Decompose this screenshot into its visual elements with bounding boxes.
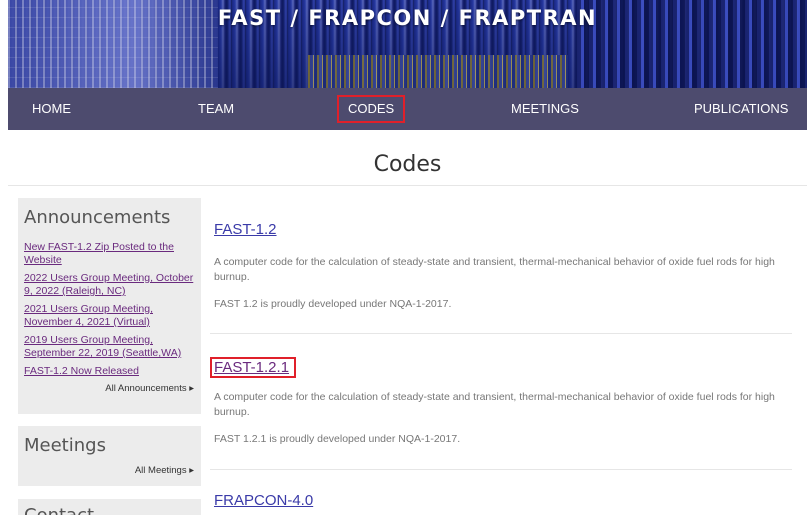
section-divider (210, 333, 792, 334)
code-description: A computer code for the calculation of s… (214, 256, 775, 283)
site-title[interactable]: FAST / FRAPCON / FRAPTRAN (8, 6, 807, 30)
nav-home[interactable]: HOME (32, 88, 71, 130)
contact-panel: Contact (18, 499, 201, 515)
page-title: Codes (373, 152, 442, 177)
code-title-fast-1-2[interactable]: FAST-1.2 (214, 221, 277, 238)
announcement-link[interactable]: New FAST-1.2 Zip Posted to the Website (24, 241, 194, 267)
meetings-panel: Meetings All Meetings ▸ (18, 426, 201, 486)
announcement-link[interactable]: 2021 Users Group Meeting, November 4, 20… (24, 303, 194, 329)
code-note: FAST 1.2 is proudly developed under NQA-… (214, 298, 452, 310)
announcements-panel: Announcements New FAST-1.2 Zip Posted to… (18, 198, 201, 414)
announcement-link[interactable]: 2019 Users Group Meeting, September 22, … (24, 334, 194, 360)
meetings-title: Meetings (24, 435, 106, 456)
main-nav: HOME TEAM CODES MEETINGS PUBLICATIONS (8, 88, 807, 130)
nav-meetings[interactable]: MEETINGS (511, 88, 579, 130)
all-announcements-link[interactable]: All Announcements ▸ (24, 383, 194, 394)
contact-title: Contact (24, 505, 194, 515)
announcement-link[interactable]: 2022 Users Group Meeting, October 9, 202… (24, 272, 194, 298)
section-divider (210, 469, 792, 470)
announcement-link[interactable]: FAST-1.2 Now Released (24, 365, 194, 378)
code-title-frapcon-4-0[interactable]: FRAPCON-4.0 (214, 492, 313, 509)
code-description: A computer code for the calculation of s… (214, 391, 775, 418)
nav-codes[interactable]: CODES (337, 95, 406, 123)
code-note: FAST 1.2.1 is proudly developed under NQ… (214, 433, 461, 445)
announcements-title: Announcements (24, 207, 171, 228)
code-title-fast-1-2-1[interactable]: FAST-1.2.1 (210, 357, 297, 378)
title-divider (8, 185, 807, 186)
site-banner: FAST / FRAPCON / FRAPTRAN (8, 0, 807, 88)
nav-publications[interactable]: PUBLICATIONS (694, 88, 788, 130)
all-meetings-link[interactable]: All Meetings ▸ (24, 465, 194, 476)
nav-team[interactable]: TEAM (198, 88, 234, 130)
banner-image-rods (308, 55, 568, 88)
